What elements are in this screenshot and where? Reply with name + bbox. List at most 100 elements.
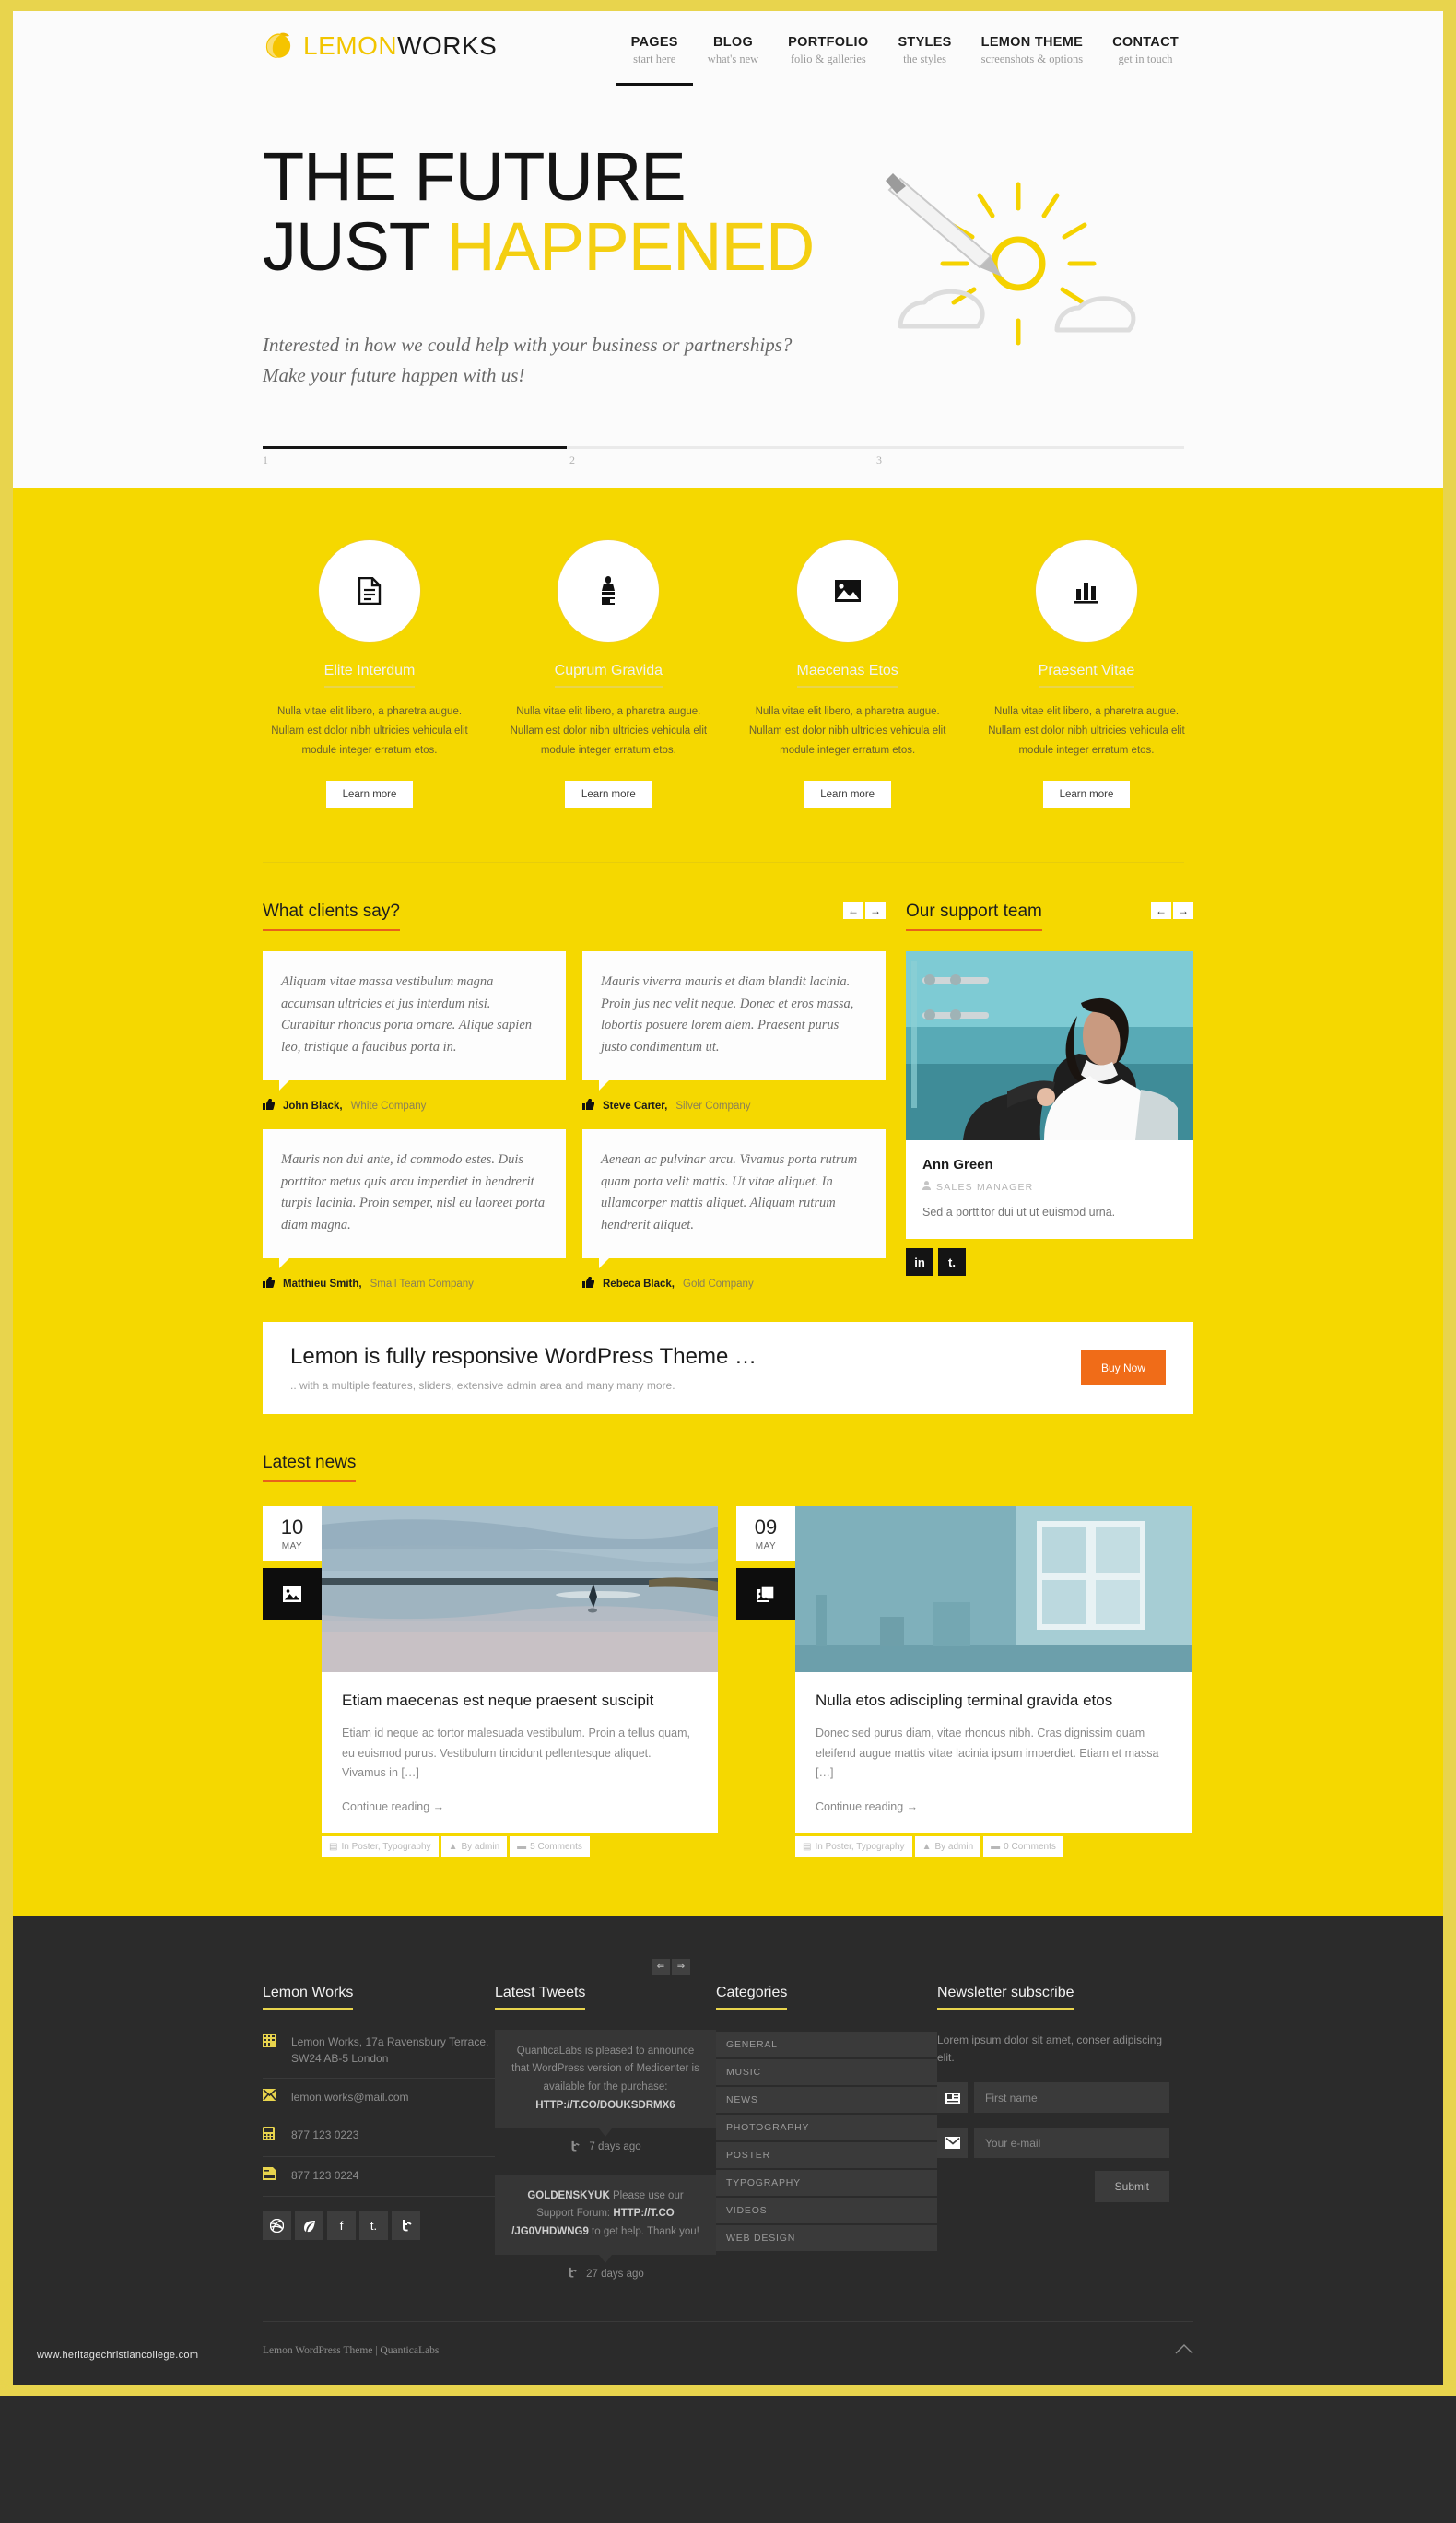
- user-icon: ▲: [448, 1841, 458, 1852]
- post-comments-meta[interactable]: ▬ 5 Comments: [510, 1835, 590, 1857]
- continue-reading-link[interactable]: Continue reading →: [816, 1800, 1171, 1813]
- nav-title: BLOG: [712, 35, 754, 50]
- category-item-news[interactable]: NEWS: [716, 2086, 937, 2113]
- nav-title: LEMON THEME: [980, 35, 1084, 50]
- testimonial-company: Gold Company: [683, 1278, 754, 1290]
- post-comments-meta[interactable]: ▬ 0 Comments: [983, 1835, 1063, 1857]
- next-arrow-icon[interactable]: →: [1173, 902, 1193, 920]
- user-icon: ▲: [922, 1841, 932, 1852]
- nav-item-contact[interactable]: CONTACT get in touch: [1098, 31, 1193, 86]
- nav-item-portfolio[interactable]: PORTFOLIO folio & galleries: [773, 31, 883, 86]
- newsletter-submit-button[interactable]: Submit: [1094, 2171, 1169, 2203]
- post-author-meta[interactable]: ▲ By admin: [914, 1835, 981, 1857]
- leaf-icon[interactable]: [295, 2211, 323, 2240]
- post-title[interactable]: Etiam maecenas est neque praesent suscip…: [342, 1691, 698, 1712]
- feature-learn-more-button[interactable]: Learn more: [1042, 781, 1131, 809]
- site-logo[interactable]: LEMONWORKS: [263, 31, 497, 61]
- team-social-links[interactable]: in t.: [906, 1248, 1193, 1277]
- cta-banner: Lemon is fully responsive WordPress Them…: [263, 1322, 1193, 1415]
- tweets-arrows[interactable]: ⇐ ⇒: [652, 1958, 690, 1975]
- tweet-item: QuanticaLabs is pleased to announce that…: [495, 2029, 716, 2154]
- next-arrow-icon[interactable]: ⇒: [672, 1958, 690, 1975]
- footer-social-links[interactable]: f t.: [263, 2211, 495, 2240]
- nav-subtitle: start here: [633, 53, 676, 65]
- category-list: GENERAL MUSIC NEWS PHOTOGRAPHY POSTER TY…: [716, 2031, 937, 2251]
- team-title: Our support team: [906, 902, 1042, 932]
- newsletter-name-input[interactable]: [974, 2082, 1169, 2114]
- category-item-poster[interactable]: POSTER: [716, 2141, 937, 2168]
- twitter-icon[interactable]: [392, 2211, 420, 2240]
- post-title[interactable]: Nulla etos adiscipling terminal gravida …: [816, 1691, 1171, 1712]
- footer-tweets-title: Latest Tweets: [495, 1985, 586, 2010]
- contact-email-row[interactable]: lemon.works@mail.com: [263, 2079, 495, 2117]
- post-date-day: 10: [280, 1515, 304, 1539]
- contact-phone-row: 877 123 0223: [263, 2116, 495, 2158]
- folder-icon: ▤: [329, 1841, 338, 1852]
- post-excerpt: Donec sed purus diam, vitae rhoncus nibh…: [816, 1727, 1159, 1780]
- main-navigation[interactable]: PAGES start here BLOG what's new PORTFOL…: [616, 31, 1193, 86]
- post-category-meta[interactable]: ▤ In Poster, Typography: [795, 1835, 912, 1857]
- testimonial-quote: Mauris viverra mauris et diam blandit la…: [582, 951, 886, 1091]
- news-post: 10 MAY Etiam maecenas est neque praesent…: [263, 1506, 719, 1857]
- post-meta: ▤ In Poster, Typography ▲ By admin ▬ 0 Comm…: [795, 1835, 1192, 1857]
- post-author-meta[interactable]: ▲ By admin: [440, 1835, 508, 1857]
- post-thumbnail[interactable]: [795, 1506, 1192, 1673]
- footer-about-title: Lemon Works: [263, 1985, 354, 2010]
- team-member-role: SALES MANAGER: [936, 1181, 1034, 1193]
- feature-card: Praesent Vitae Nulla vitae elit libero, …: [980, 544, 1193, 809]
- prev-arrow-icon[interactable]: ⇐: [652, 1958, 670, 1975]
- contact-address-text: Lemon Works, 17a Ravensbury Terrace, SW2…: [291, 2034, 489, 2066]
- comment-icon: ▬: [991, 1841, 1001, 1852]
- tweet-text: GOLDENSKYUK Please use our Support Forum…: [495, 2174, 716, 2264]
- nav-item-pages[interactable]: PAGES start here: [616, 31, 693, 86]
- dribbble-icon[interactable]: [263, 2211, 291, 2240]
- footer-newsletter-title: Newsletter subscribe: [937, 1985, 1074, 2010]
- testimonial-company: White Company: [350, 1100, 427, 1112]
- feature-learn-more-button[interactable]: Learn more: [804, 781, 892, 809]
- contact-list: Lemon Works, 17a Ravensbury Terrace, SW2…: [263, 2032, 495, 2197]
- feature-card: Elite Interdum Nulla vitae elit libero, …: [263, 544, 476, 809]
- next-arrow-icon[interactable]: →: [865, 902, 886, 920]
- bar-chart-icon: [1039, 544, 1133, 637]
- post-thumbnail[interactable]: [322, 1506, 719, 1673]
- post-date: 10 MAY: [263, 1506, 322, 1562]
- slider-track[interactable]: [263, 445, 1184, 449]
- nav-title: CONTACT: [1112, 35, 1179, 50]
- category-item-photography[interactable]: PHOTOGRAPHY: [716, 2114, 937, 2140]
- feature-learn-more-button[interactable]: Learn more: [564, 781, 652, 809]
- post-category-meta[interactable]: ▤ In Poster, Typography: [322, 1835, 439, 1857]
- chevron-up-icon[interactable]: [1175, 2342, 1193, 2359]
- tumblr-icon[interactable]: t.: [938, 1248, 966, 1277]
- nav-item-blog[interactable]: BLOG what's new: [693, 31, 773, 86]
- continue-reading-link[interactable]: Continue reading →: [342, 1800, 698, 1813]
- team-arrows[interactable]: ← →: [1151, 902, 1193, 920]
- buy-now-button[interactable]: Buy Now: [1080, 1350, 1166, 1386]
- linkedin-icon[interactable]: in: [906, 1248, 933, 1277]
- footer-copyright: Lemon WordPress Theme | QuanticaLabs: [263, 2345, 440, 2356]
- nav-title: PORTFOLIO: [788, 35, 869, 50]
- team-member-role-row: SALES MANAGER: [922, 1181, 1177, 1193]
- testimonial-card: Mauris non dui ante, id commodo estes. D…: [263, 1129, 566, 1291]
- category-item-general[interactable]: GENERAL: [716, 2031, 937, 2057]
- slide-number-1[interactable]: 1: [263, 454, 569, 467]
- newsletter-email-input[interactable]: [974, 2128, 1169, 2159]
- tweet-handle[interactable]: GOLDENSKYUK: [527, 2190, 609, 2201]
- category-item-videos[interactable]: VIDEOS: [716, 2197, 937, 2223]
- feature-learn-more-button[interactable]: Learn more: [325, 781, 414, 809]
- slide-number-2[interactable]: 2: [569, 454, 876, 467]
- prev-arrow-icon[interactable]: ←: [843, 902, 863, 920]
- tweet-link[interactable]: HTTP://T.CO/DOUKSDRMX6: [535, 2100, 675, 2111]
- nav-item-styles[interactable]: STYLES the styles: [883, 31, 966, 86]
- category-item-web-design[interactable]: WEB DESIGN: [716, 2224, 937, 2251]
- slide-number-3[interactable]: 3: [876, 454, 1183, 467]
- prev-arrow-icon[interactable]: ←: [1151, 902, 1171, 920]
- envelope-icon: [263, 2088, 278, 2106]
- hero-slider-pagination[interactable]: 1 2 3: [263, 445, 1193, 488]
- tumblr-icon[interactable]: t.: [359, 2211, 388, 2240]
- category-item-music[interactable]: MUSIC: [716, 2058, 937, 2085]
- category-item-typography[interactable]: TYPOGRAPHY: [716, 2169, 937, 2196]
- facebook-icon[interactable]: f: [327, 2211, 356, 2240]
- nav-item-lemon-theme[interactable]: LEMON THEME screenshots & options: [967, 31, 1098, 86]
- site-footer: www.heritagechristiancollege.com Lemon W…: [13, 1916, 1443, 2385]
- testimonials-arrows[interactable]: ← →: [843, 902, 886, 920]
